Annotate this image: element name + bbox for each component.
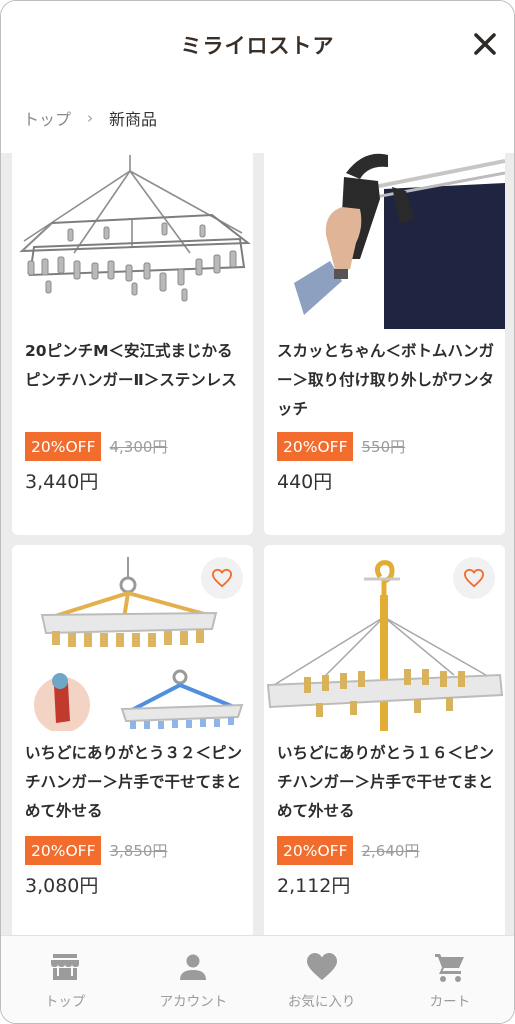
discount-badge: 20%OFF bbox=[25, 432, 102, 461]
product-name[interactable]: いちどにありがとう１６＜ピンチハンガー＞片手で干せてまとめて外せる bbox=[277, 739, 499, 826]
heart-outline-icon bbox=[463, 568, 485, 588]
product-grid: 20ピンチM＜安江式まじかるピンチハンガーⅡ＞ステンレス 20%OFF 4,30… bbox=[1, 153, 514, 935]
breadcrumb-top-link[interactable]: トップ bbox=[23, 106, 71, 130]
tab-top[interactable]: トップ bbox=[1, 936, 129, 1023]
discount-badge: 20%OFF bbox=[25, 836, 102, 865]
product-card[interactable]: いちどにありがとう１６＜ピンチハンガー＞片手で干せてまとめて外せる 20%OFF… bbox=[264, 545, 505, 935]
product-card[interactable]: スカッとちゃん＜ボトムハンガー＞取り付け取り外しがワンタッチ 20%OFF 55… bbox=[264, 153, 505, 535]
breadcrumb-current: 新商品 bbox=[109, 110, 158, 129]
heart-outline-icon bbox=[211, 568, 233, 588]
header: ミライロストア bbox=[1, 1, 514, 89]
product-name[interactable]: 20ピンチM＜安江式まじかるピンチハンガーⅡ＞ステンレス bbox=[25, 337, 247, 395]
sale-price: 3,440円 bbox=[25, 471, 99, 493]
product-image bbox=[12, 153, 253, 329]
favorite-button[interactable] bbox=[201, 557, 243, 599]
tab-label: お気に入り bbox=[287, 994, 356, 1010]
app-screen: ミライロストア トップ › 新商品 20ピンチM＜安江式まじかるピンチハンガーⅡ… bbox=[0, 0, 515, 1024]
original-price: 2,640円 bbox=[361, 842, 420, 860]
person-icon bbox=[180, 954, 207, 980]
tab-label: トップ bbox=[44, 994, 86, 1010]
bottom-tab-bar: トップ アカウント お気に入り カート bbox=[1, 935, 514, 1023]
breadcrumb-separator: › bbox=[87, 109, 94, 127]
sale-price: 2,112円 bbox=[277, 875, 351, 897]
product-card[interactable]: 20ピンチM＜安江式まじかるピンチハンガーⅡ＞ステンレス 20%OFF 4,30… bbox=[12, 153, 253, 535]
discount-badge: 20%OFF bbox=[277, 836, 354, 865]
product-card[interactable]: いちどにありがとう３２＜ピンチハンガー＞片手で干せてまとめて外せる 20%OFF… bbox=[12, 545, 253, 935]
price-row: 20%OFF 2,640円 bbox=[277, 836, 419, 865]
tab-favorites[interactable]: お気に入り bbox=[258, 936, 386, 1023]
discount-badge: 20%OFF bbox=[277, 432, 354, 461]
heart-icon bbox=[306, 953, 337, 980]
price-row: 20%OFF 4,300円 bbox=[25, 432, 167, 461]
close-icon[interactable] bbox=[470, 29, 500, 59]
product-name[interactable]: いちどにありがとう３２＜ピンチハンガー＞片手で干せてまとめて外せる bbox=[25, 739, 247, 826]
product-name[interactable]: スカッとちゃん＜ボトムハンガー＞取り付け取り外しがワンタッチ bbox=[277, 337, 499, 424]
tab-label: アカウント bbox=[159, 994, 228, 1010]
store-icon bbox=[51, 954, 80, 980]
tab-label: カート bbox=[429, 994, 471, 1010]
product-image bbox=[264, 153, 505, 329]
original-price: 550円 bbox=[361, 438, 406, 456]
price-row: 20%OFF 550円 bbox=[277, 432, 405, 461]
sale-price: 440円 bbox=[277, 471, 333, 493]
original-price: 3,850円 bbox=[109, 842, 168, 860]
tab-cart[interactable]: カート bbox=[386, 936, 514, 1023]
tab-account[interactable]: アカウント bbox=[129, 936, 257, 1023]
sale-price: 3,080円 bbox=[25, 875, 99, 897]
favorite-button[interactable] bbox=[453, 557, 495, 599]
cart-icon bbox=[434, 954, 464, 982]
price-row: 20%OFF 3,850円 bbox=[25, 836, 167, 865]
store-title: ミライロストア bbox=[180, 34, 335, 58]
breadcrumb: トップ › 新商品 bbox=[23, 105, 157, 131]
original-price: 4,300円 bbox=[109, 438, 168, 456]
